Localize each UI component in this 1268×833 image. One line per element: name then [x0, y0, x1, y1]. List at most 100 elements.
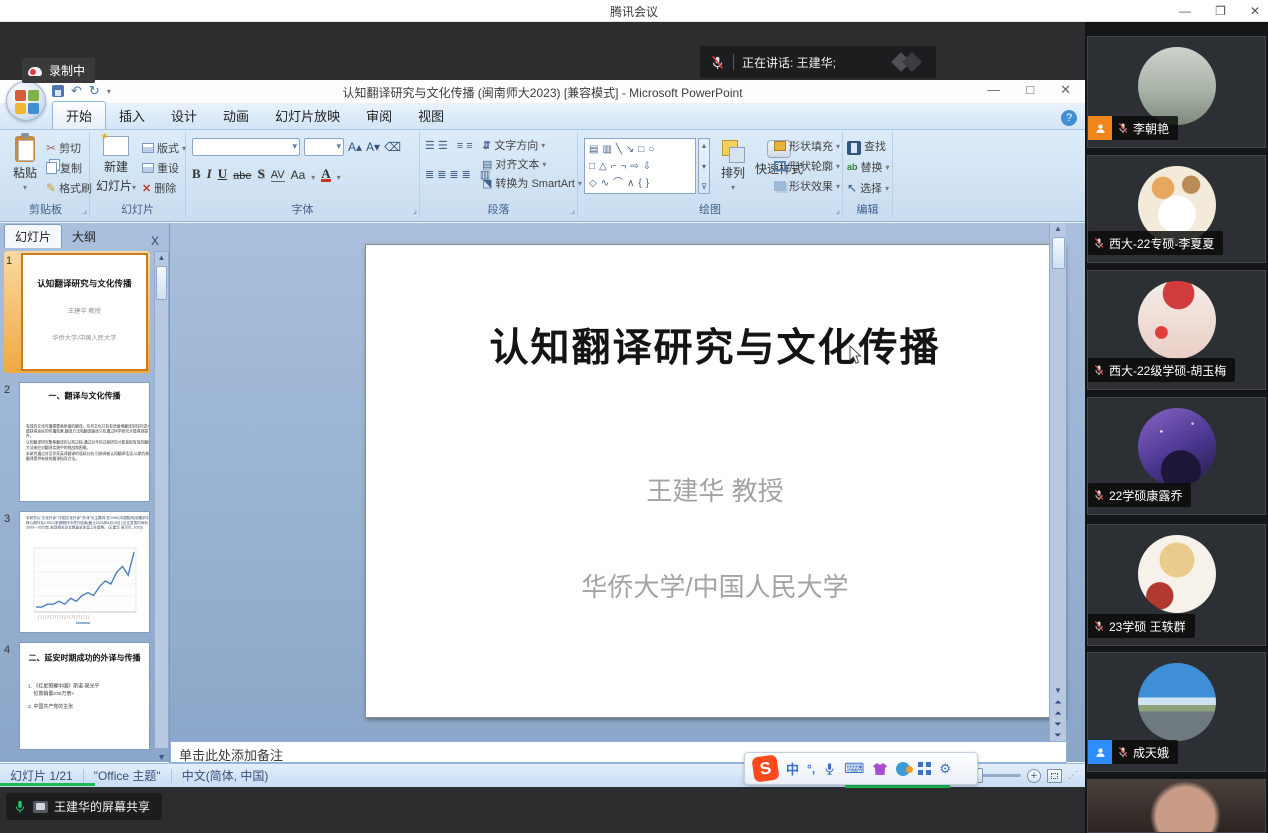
font-color-button[interactable]: A	[321, 168, 330, 182]
ime-voice-icon[interactable]	[823, 761, 836, 776]
find-button[interactable]: 查找	[847, 138, 890, 154]
delete-slide-button[interactable]: ✕删除	[142, 180, 186, 196]
office-button[interactable]	[6, 81, 46, 121]
scroll-up-icon[interactable]: ▲	[1054, 223, 1062, 235]
ime-emoji-icon[interactable]	[896, 762, 910, 776]
font-dialog-launcher[interactable]: ⌟	[413, 205, 417, 216]
clipboard-dialog-launcher[interactable]: ⌟	[83, 205, 87, 216]
participant-tile[interactable]: 李朝艳	[1087, 36, 1266, 148]
close-button[interactable]: ✕	[1250, 4, 1260, 18]
language-indicator[interactable]: 中文(简体, 中国)	[172, 767, 279, 784]
thumbnail-scrollbar[interactable]: ▲	[154, 251, 169, 749]
bold-button[interactable]: B	[192, 166, 201, 182]
thumbnail-scroll-down-icon[interactable]: ▼	[157, 752, 166, 762]
member-badge-icon	[1088, 116, 1112, 140]
shape-outline-button[interactable]: 形状轮廓▾	[774, 158, 840, 174]
mouse-cursor	[849, 345, 863, 370]
text-direction-button[interactable]: ⇵文字方向▾	[482, 137, 582, 153]
replace-button[interactable]: ab替换▾	[847, 159, 890, 175]
ime-punctuation-icon[interactable]: °,	[807, 762, 815, 776]
ppt-maximize-button[interactable]: □	[1026, 82, 1034, 98]
ppt-minimize-button[interactable]: —	[987, 82, 1000, 98]
slide-author[interactable]: 王建华 教授	[366, 471, 1064, 508]
participant-tile[interactable]: 成天娥	[1087, 652, 1266, 772]
scroll-up-icon[interactable]: ▲	[158, 252, 166, 264]
slide-thumbnail-3[interactable]: 3 本研究以“文化外译”“中国文化外译”“外译”为主题词,在CNKI(中国知网)…	[4, 511, 150, 633]
align-text-button[interactable]: ▤对齐文本▾	[482, 156, 582, 172]
tab-outline-pane[interactable]: 大纲	[62, 225, 106, 248]
change-case-button[interactable]: Aa	[291, 168, 306, 182]
redo-icon[interactable]: ↻	[89, 83, 100, 99]
participant-tile-partial[interactable]	[1087, 779, 1266, 833]
slide-title[interactable]: 认知翻译研究与文化传播	[366, 317, 1064, 373]
font-size-select[interactable]	[304, 138, 344, 156]
ime-toolbox-icon[interactable]	[918, 762, 931, 775]
new-slide-button[interactable]: 新建 幻灯片▾	[94, 136, 138, 194]
editor-scrollbar[interactable]: ▲ ▼ ⏶⏶ ⏷⏷	[1049, 223, 1066, 741]
reset-button[interactable]: 重设	[142, 160, 186, 176]
font-name-select[interactable]	[192, 138, 300, 156]
scrollbar-thumb[interactable]	[1052, 237, 1065, 269]
select-button[interactable]: ↖选择▾	[847, 180, 890, 196]
tab-slides-pane[interactable]: 幻灯片	[4, 224, 62, 248]
shape-effects-button[interactable]: 形状效果▾	[774, 178, 840, 194]
tab-review[interactable]: 审阅	[353, 102, 405, 129]
arrange-button[interactable]: 排列▾	[716, 140, 750, 192]
fit-to-window-button[interactable]	[1047, 769, 1062, 783]
undo-icon[interactable]: ↶	[71, 83, 82, 99]
tab-slideshow[interactable]: 幻灯片放映	[262, 102, 353, 129]
help-button[interactable]: ?	[1061, 110, 1077, 126]
participant-tile[interactable]: 西大-22级学硕-胡玉梅	[1087, 270, 1266, 390]
shrink-font-button[interactable]: A▾	[366, 140, 380, 154]
slide-canvas[interactable]: 认知翻译研究与文化传播 王建华 教授 华侨大学/中国人民大学	[365, 244, 1065, 718]
strikethrough-button[interactable]: abe	[233, 170, 251, 182]
tab-home[interactable]: 开始	[52, 101, 106, 129]
tab-design[interactable]: 设计	[158, 102, 210, 129]
save-icon[interactable]	[52, 85, 64, 97]
recording-badge[interactable]: 录制中	[22, 58, 95, 83]
character-spacing-button[interactable]: AV	[271, 169, 285, 182]
participant-tile[interactable]: 西大-22专硕-李夏夏	[1087, 155, 1266, 263]
next-slide-button[interactable]: ⏷⏷	[1054, 719, 1061, 741]
restore-button[interactable]: ❐	[1215, 4, 1226, 18]
slide-thumbnail-2[interactable]: 2 一、翻译与文化传播 有效的文化传播需要高质量的翻译。任何文化只有有质量地翻译…	[4, 382, 150, 502]
scroll-down-icon[interactable]: ▼	[1054, 685, 1062, 697]
italic-button[interactable]: I	[207, 166, 212, 182]
underline-button[interactable]: U	[218, 166, 227, 182]
drawing-dialog-launcher[interactable]: ⌟	[836, 205, 840, 216]
cut-button[interactable]: ✂剪切	[46, 140, 92, 156]
pane-close-button[interactable]: X	[145, 234, 165, 248]
slide-thumbnail-1[interactable]: 1 认知翻译研究与文化传播 王建华 教授 华侨大学/中国人民大学	[4, 251, 150, 373]
slide-thumbnail-4[interactable]: 4 二、延安时期成功的外译与传播 1. 《红星照耀中国》斯诺-吴光平 伦敦销量2…	[4, 642, 150, 750]
participant-tile[interactable]: 23学硕 王轶群	[1087, 524, 1266, 646]
ppt-close-button[interactable]: ✕	[1060, 82, 1071, 98]
previous-slide-button[interactable]: ⏶⏶	[1054, 697, 1061, 719]
ime-settings-icon[interactable]: ⚙	[939, 761, 951, 777]
meeting-title: 腾讯会议	[0, 3, 1268, 20]
text-shadow-button[interactable]: S	[257, 166, 264, 182]
ime-skin-icon[interactable]	[872, 762, 888, 776]
shapes-gallery-scroll[interactable]: ▴▾⊽	[698, 138, 710, 194]
copy-button[interactable]: 复制	[46, 160, 92, 176]
format-painter-button[interactable]: ✎格式刷	[46, 180, 92, 196]
tab-insert[interactable]: 插入	[106, 102, 158, 129]
smartart-button[interactable]: ⬔转换为 SmartArt▾	[482, 175, 582, 191]
slide-affiliation[interactable]: 华侨大学/中国人民大学	[366, 567, 1064, 604]
clear-formatting-button[interactable]: ⌫	[384, 140, 401, 154]
paste-button[interactable]: 粘贴 ▾	[6, 136, 44, 192]
zoom-in-button[interactable]: +	[1027, 769, 1041, 783]
qat-dropdown-icon[interactable]: ▾	[107, 87, 111, 96]
sogou-logo-icon[interactable]: S	[751, 754, 779, 782]
participant-tile[interactable]: 22学硕康露乔	[1087, 397, 1266, 515]
shapes-gallery[interactable]: ▤▥╲↘□○ □△⌐¬⇨⇩ ◇∿⌒∧{}	[584, 138, 696, 194]
layout-button[interactable]: 版式▾	[142, 140, 186, 156]
minimize-button[interactable]: —	[1179, 4, 1191, 18]
shape-fill-button[interactable]: 形状填充▾	[774, 138, 840, 154]
tab-view[interactable]: 视图	[405, 102, 457, 129]
scrollbar-thumb[interactable]	[156, 266, 167, 300]
paragraph-dialog-launcher[interactable]: ⌟	[571, 205, 575, 216]
grow-font-button[interactable]: A▴	[348, 140, 362, 154]
tab-animation[interactable]: 动画	[210, 102, 262, 129]
ime-chinese-mode-icon[interactable]: 中	[786, 759, 799, 778]
ime-keyboard-icon[interactable]: ⌨	[844, 760, 864, 777]
